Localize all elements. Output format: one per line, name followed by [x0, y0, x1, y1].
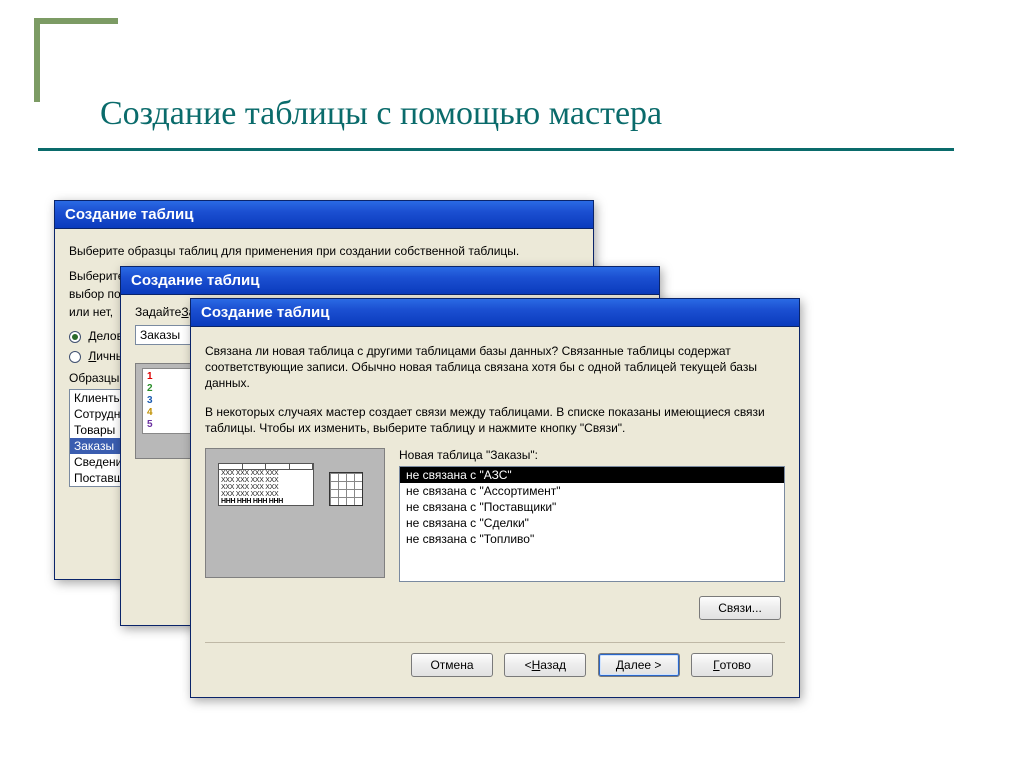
instruction-text: Связана ли новая таблица с другими табли…: [205, 343, 785, 392]
list-item[interactable]: не связана с "Топливо": [400, 531, 784, 547]
relations-list[interactable]: не связана с "АЗС" не связана с "Ассорти…: [399, 466, 785, 582]
radio-icon: [69, 351, 81, 363]
instruction-text: В некоторых случаях мастер создает связи…: [205, 404, 785, 436]
finish-button[interactable]: Готово: [691, 653, 773, 677]
slide-corner-accent: [34, 18, 118, 102]
titlebar[interactable]: Создание таблиц: [121, 267, 659, 295]
wizard-button-row: Отмена < Назад Далее > Готово: [205, 643, 785, 689]
titlebar[interactable]: Создание таблиц: [191, 299, 799, 327]
slide-title: Создание таблицы с помощью мастера: [100, 95, 662, 133]
list-item[interactable]: не связана с "Ассортимент": [400, 483, 784, 499]
grid-icon: [329, 472, 363, 506]
cancel-button[interactable]: Отмена: [411, 653, 493, 677]
titlebar[interactable]: Создание таблиц: [55, 201, 593, 229]
relation-illustration: XXX XXX XXX XXX XXX XXX XXX XXX XXX XXX …: [205, 448, 385, 578]
wizard-dialog-step3: Создание таблиц Связана ли новая таблица…: [190, 298, 800, 698]
relations-button[interactable]: Связи...: [699, 596, 781, 620]
list-item[interactable]: не связана с "АЗС": [400, 467, 784, 483]
slide-rule: [38, 148, 954, 151]
next-button[interactable]: Далее >: [598, 653, 680, 677]
list-item[interactable]: не связана с "Поставщики": [400, 499, 784, 515]
list-item[interactable]: не связана с "Сделки": [400, 515, 784, 531]
radio-icon: [69, 331, 81, 343]
relations-label: Новая таблица "Заказы":: [399, 448, 785, 462]
instruction-text: Выберите образцы таблиц для применения п…: [69, 243, 579, 259]
back-button[interactable]: < Назад: [504, 653, 586, 677]
